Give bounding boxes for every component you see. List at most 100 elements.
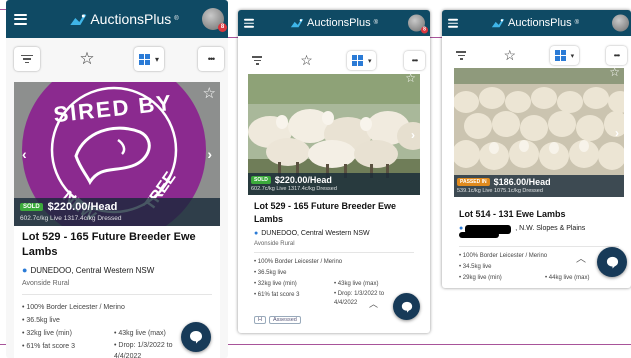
- spec-row: • 32kg live (min) • 43kg live (max): [254, 279, 414, 290]
- star-icon: ☆: [300, 52, 313, 68]
- watchlist-button[interactable]: ☆: [74, 47, 100, 71]
- spec-item: • 32kg live (min): [254, 281, 297, 287]
- more-button[interactable]: •••: [606, 46, 627, 65]
- spec-row: • 100% Border Leicester / Merino: [254, 257, 414, 268]
- spec-item: • 61% fat score 3: [254, 292, 300, 298]
- spec-item: • 36.5kg live: [22, 317, 60, 324]
- spec-row: • 34.5kg live: [459, 262, 619, 273]
- filter-button[interactable]: [14, 47, 40, 71]
- status-badge: SOLD: [251, 176, 271, 184]
- price: $220.00/Head: [274, 175, 332, 185]
- lot-card[interactable]: SIRED BY TREE NEW ‹ › ☆ SOLD $220.00/Hea…: [14, 82, 220, 358]
- lot-card[interactable]: › ☆ SOLD $220.00/Head 602.7c/kg Live 131…: [248, 74, 420, 333]
- filter-icon: [21, 53, 33, 66]
- tag-badge: H: [254, 316, 266, 324]
- prev-image-icon[interactable]: ‹: [22, 146, 27, 162]
- price: $220.00/Head: [47, 201, 118, 213]
- location-pin-icon: ●: [254, 230, 259, 237]
- lot-location: ● , N.W. Slopes & Plains: [459, 225, 619, 238]
- phone-screen-3: AuctionsPlus ® ☆ ▾ ••• › ☆ PASSED IN $18…: [442, 10, 631, 288]
- card-star-icon[interactable]: ☆: [203, 84, 216, 102]
- status-badge: SOLD: [20, 203, 43, 211]
- next-image-icon[interactable]: ›: [207, 146, 212, 162]
- chevron-down-icon: ▾: [154, 54, 159, 64]
- status-badge: PASSED IN: [457, 178, 490, 186]
- lot-image[interactable]: › ☆ SOLD $220.00/Head 602.7c/kg Live 131…: [248, 74, 420, 195]
- brand-name: AuctionsPlus: [90, 11, 172, 27]
- avatar[interactable]: 8: [202, 8, 227, 32]
- redaction-mark: [459, 232, 499, 238]
- spec-row: • 61% fat score 3 • Drop: 1/3/2022 to 4/4…: [254, 290, 414, 308]
- watchlist-button[interactable]: ☆: [293, 52, 319, 70]
- card-star-icon[interactable]: ☆: [609, 68, 620, 79]
- brand-logo[interactable]: AuctionsPlus ®: [290, 17, 378, 29]
- watchlist-button[interactable]: ☆: [497, 47, 523, 65]
- spec-item: • 43kg live (max): [334, 281, 379, 287]
- filter-icon: [252, 54, 262, 67]
- lot-image[interactable]: › ☆ PASSED IN $186.00/Head 539.1c/kg Liv…: [454, 68, 624, 197]
- brand-logo[interactable]: AuctionsPlus ®: [69, 11, 179, 27]
- avatar[interactable]: [612, 14, 629, 32]
- trademark: ®: [174, 16, 179, 22]
- price: $186.00/Head: [493, 177, 551, 187]
- menu-icon[interactable]: [448, 17, 458, 30]
- star-icon: ☆: [79, 49, 95, 68]
- view-selector[interactable]: ▾: [133, 47, 164, 71]
- chat-button[interactable]: [393, 293, 420, 320]
- agent-name: Avonside Rural: [254, 241, 295, 247]
- divider: [254, 252, 414, 253]
- location-text: , N.W. Slopes & Plains: [515, 225, 586, 232]
- lot-title[interactable]: Lot 529 - 165 Future Breeder Ewe Lambs: [22, 230, 212, 260]
- roo-logo-icon: [290, 18, 304, 28]
- spec-item: • 29kg live (min): [459, 275, 502, 281]
- filter-button[interactable]: [452, 46, 470, 65]
- lot-location: ● DUNEDOO, Central Western NSW: [22, 265, 212, 275]
- avatar[interactable]: 8: [408, 14, 428, 34]
- lot-title[interactable]: Lot 529 - 165 Future Breeder Ewe Lambs: [254, 200, 414, 226]
- next-image-icon[interactable]: ›: [615, 126, 619, 140]
- chat-button[interactable]: [181, 322, 211, 352]
- brand-logo[interactable]: AuctionsPlus ®: [491, 17, 579, 29]
- view-selector[interactable]: ▾: [346, 51, 377, 70]
- phone-screen-1: AuctionsPlus ® 8 ☆ ▾ ••• SIRED BY TREE ‹…: [6, 0, 228, 358]
- spec-row: • 29kg live (min) • 44kg live (max): [459, 273, 619, 284]
- notification-badge: 8: [218, 23, 227, 32]
- lot-title[interactable]: Lot 514 - 131 Ewe Lambs: [459, 208, 619, 221]
- chat-button[interactable]: [597, 247, 627, 277]
- notification-badge: 8: [421, 26, 428, 34]
- spec-list: • 100% Border Leicester / Merino • 36.5k…: [254, 257, 414, 308]
- spec-item: • 32kg live (min): [22, 330, 72, 337]
- spec-row: • 36.5kg live: [22, 314, 212, 327]
- brand-name: AuctionsPlus: [507, 17, 572, 29]
- toolbar: ☆ ▾ •••: [6, 47, 228, 71]
- roo-logo-icon: [70, 13, 87, 25]
- chat-bubble-icon: [190, 331, 202, 344]
- scroll-up-icon[interactable]: ︿: [576, 250, 586, 265]
- price-bar: SOLD $220.00/Head 602.7c/kg Live 1317.4c…: [248, 173, 420, 195]
- brand-name: AuctionsPlus: [306, 17, 371, 29]
- price-per-kg: 539.1c/kg Live 1075.1c/kg Dressed: [457, 188, 543, 194]
- menu-icon[interactable]: [244, 17, 254, 30]
- spec-item: • 100% Border Leicester / Merino: [459, 253, 548, 259]
- card-star-icon[interactable]: ☆: [405, 74, 416, 85]
- lot-image[interactable]: SIRED BY TREE NEW ‹ › ☆ SOLD $220.00/Hea…: [14, 82, 220, 226]
- filter-button[interactable]: [248, 51, 266, 70]
- more-button[interactable]: •••: [197, 47, 224, 71]
- spec-item: • 43kg live (max): [114, 330, 166, 337]
- screenshot-collage: AuctionsPlus ® 8 ☆ ▾ ••• SIRED BY TREE ‹…: [0, 0, 631, 358]
- scroll-up-icon[interactable]: ︿: [369, 297, 378, 310]
- app-header: AuctionsPlus ® 8: [238, 10, 430, 36]
- spec-item: • 61% fat score 3: [22, 343, 76, 350]
- trademark: ®: [373, 20, 379, 26]
- lot-location: ● DUNEDOO, Central Western NSW: [254, 230, 414, 237]
- price-bar: SOLD $220.00/Head 602.7c/kg Live 1317.4c…: [14, 198, 220, 226]
- divider: [459, 246, 619, 247]
- view-selector[interactable]: ▾: [549, 46, 580, 65]
- price-per-kg: 602.7c/kg Live 1317.4c/kg Dressed: [251, 186, 337, 192]
- spec-item: • Drop: 1/3/2022 to 4/4/2022: [114, 342, 173, 358]
- next-image-icon[interactable]: ›: [411, 128, 415, 142]
- spec-row: • 100% Border Leicester / Merino: [459, 251, 619, 262]
- spec-item: • 44kg live (max): [545, 275, 590, 281]
- menu-icon[interactable]: [14, 11, 27, 27]
- more-button[interactable]: •••: [403, 51, 425, 70]
